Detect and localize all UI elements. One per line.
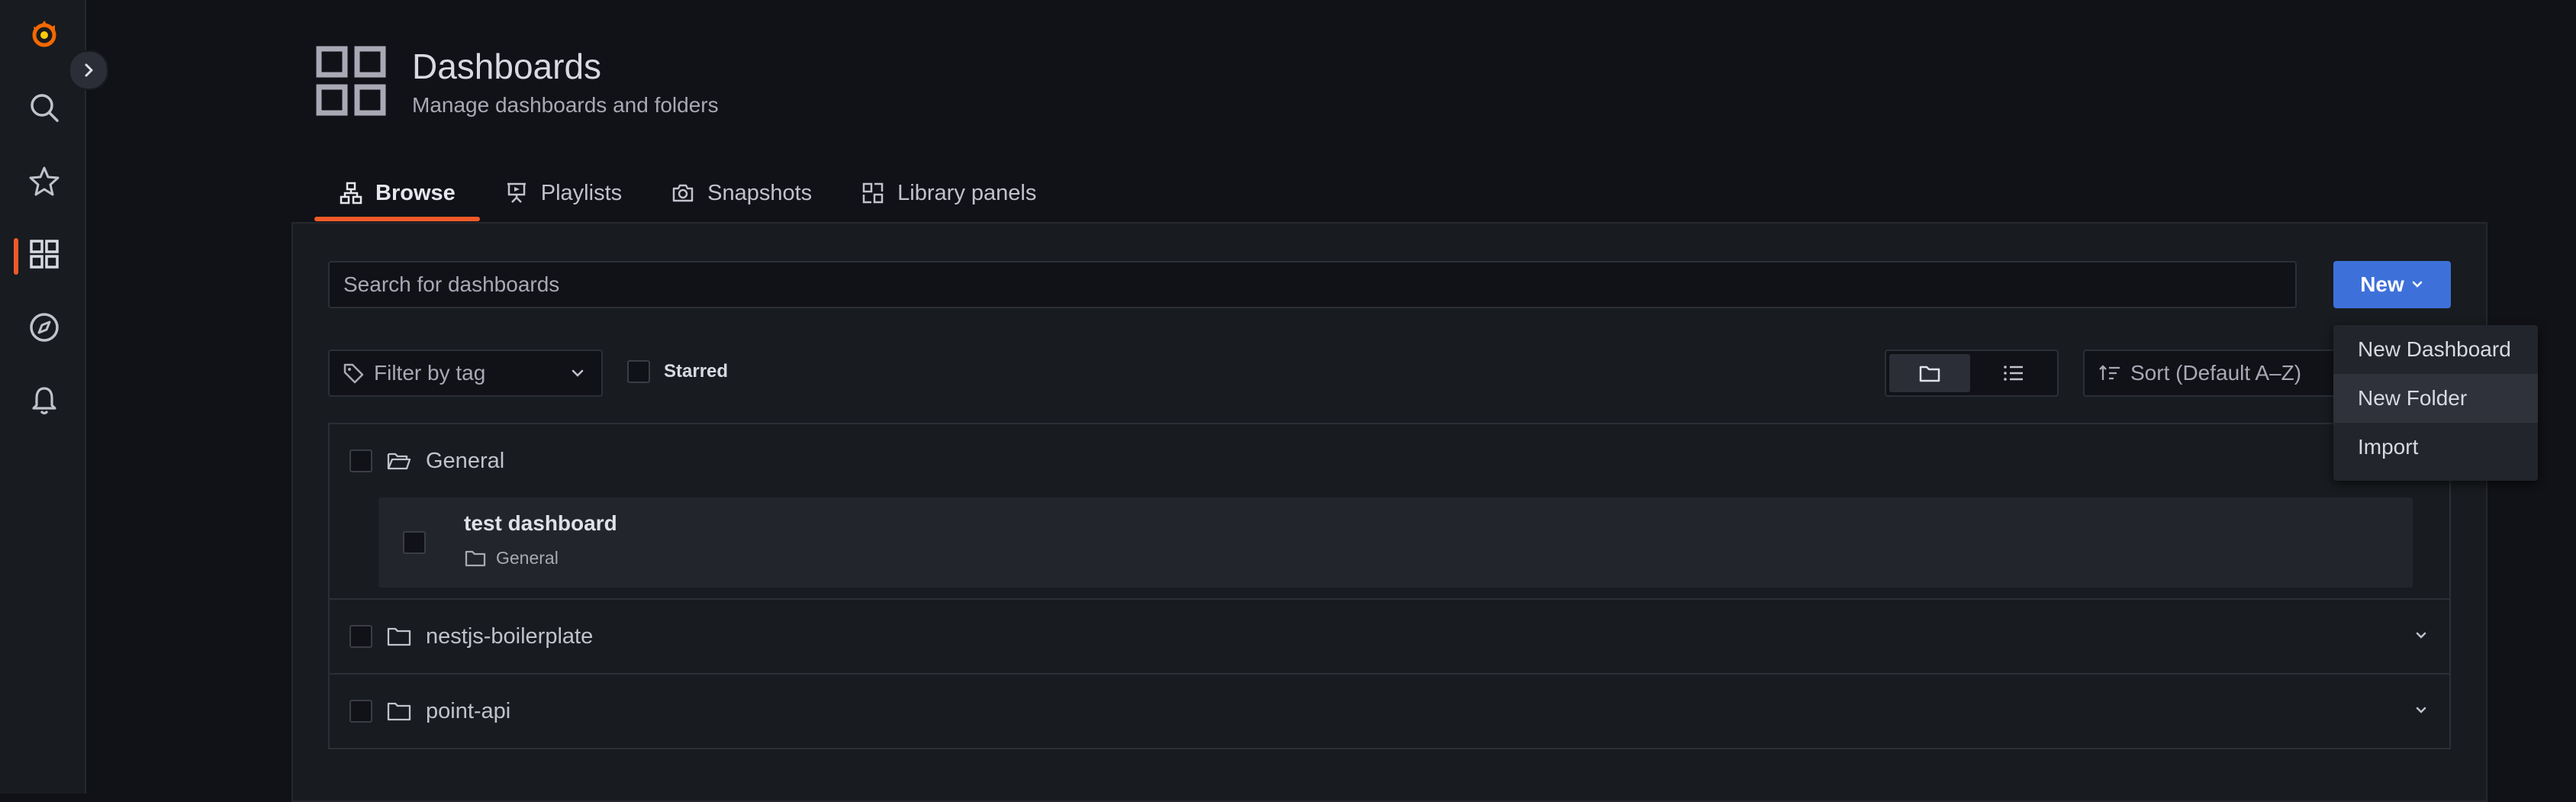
list-view-button[interactable] [1973,354,2054,392]
menu-item-new-dashboard[interactable]: New Dashboard [2333,325,2538,374]
chevron-down-icon[interactable] [2413,702,2429,719]
tab-playlists[interactable]: Playlists [480,171,646,215]
starred-label: Starred [664,361,729,382]
folder-view-button[interactable] [1889,354,1970,392]
bell-icon[interactable] [21,377,68,424]
camera-icon [672,184,694,202]
folder-name: General [426,448,505,473]
dashboard-title[interactable]: test dashboard [464,511,617,536]
dashboards-header-icon [316,46,386,116]
presentation-icon [507,182,526,203]
chevron-down-icon [572,369,584,377]
tab-playlists-label: Playlists [540,180,623,205]
tab-library-panels[interactable]: Library panels [836,171,1061,215]
tag-icon [343,363,364,384]
page-title: Dashboards [412,47,602,86]
star-icon[interactable] [21,157,68,205]
sort-label: Sort (Default A–Z) [2130,361,2302,385]
folder-icon [387,627,411,646]
folder-header-nestjs[interactable]: nestjs-boilerplate [330,600,2449,673]
folder-checkbox[interactable] [349,625,372,648]
new-dropdown-menu: New Dashboard New Folder Import [2333,325,2538,481]
folder-checkbox[interactable] [349,449,372,472]
compass-icon[interactable] [21,304,68,351]
chevron-down-icon [2412,281,2423,288]
folder-name: nestjs-boilerplate [426,623,594,649]
dashboard-item[interactable]: test dashboard General [378,498,2413,588]
dashboard-list: General test dashboard General nestjs-bo… [328,423,2451,749]
view-toggle [1885,349,2059,397]
grafana-logo-icon[interactable] [21,11,68,58]
folder-header-general[interactable]: General [330,424,2449,498]
sort-icon [2099,365,2120,380]
folder-header-point-api[interactable]: point-api [330,675,2449,748]
filter-placeholder: Filter by tag [374,361,486,385]
folder-icon [465,550,486,566]
tab-browse-label: Browse [375,180,456,205]
tab-snapshots-label: Snapshots [707,180,813,205]
page-subtitle: Manage dashboards and folders [412,93,719,117]
folder-row-general: General test dashboard General [328,423,2451,600]
dashboard-checkbox[interactable] [403,531,426,554]
chevron-right-icon [85,63,93,77]
tab-library-panels-label: Library panels [897,180,1037,205]
folder-row-point-api: point-api [328,675,2451,749]
chevron-down-icon[interactable] [2413,627,2429,644]
active-indicator [14,238,18,275]
filter-by-tag-select[interactable]: Filter by tag [328,349,603,397]
tab-browse[interactable]: Browse [314,171,480,221]
folder-open-icon [387,453,411,470]
new-button-label: New [2360,272,2404,296]
folder-checkbox[interactable] [349,700,372,723]
menu-item-import[interactable]: Import [2333,423,2538,472]
folder-icon [1919,366,1940,382]
tab-snapshots[interactable]: Snapshots [646,171,836,215]
menu-item-new-folder[interactable]: New Folder [2333,374,2538,423]
folder-name: point-api [426,698,511,723]
library-panel-icon [862,182,884,204]
dashboard-folder-tag: General [464,548,559,568]
dashboard-folder-name: General [496,548,559,568]
search-placeholder: Search for dashboards [343,272,560,296]
new-button[interactable]: New [2333,261,2451,308]
starred-checkbox[interactable] [627,360,650,383]
folder-icon [387,702,411,721]
expand-sidebar-button[interactable] [69,50,108,90]
folder-row-nestjs: nestjs-boilerplate [328,600,2451,675]
sitemap-icon [340,182,362,205]
tab-bar: Browse Playlists Snapshots Library panel… [314,171,1061,221]
search-icon[interactable] [21,84,68,131]
list-icon [2004,366,2023,381]
dashboards-icon[interactable] [21,230,68,278]
sort-select[interactable]: Sort (Default A–Z) [2083,349,2358,397]
side-menu [0,0,86,794]
search-input[interactable]: Search for dashboards [328,261,2297,308]
